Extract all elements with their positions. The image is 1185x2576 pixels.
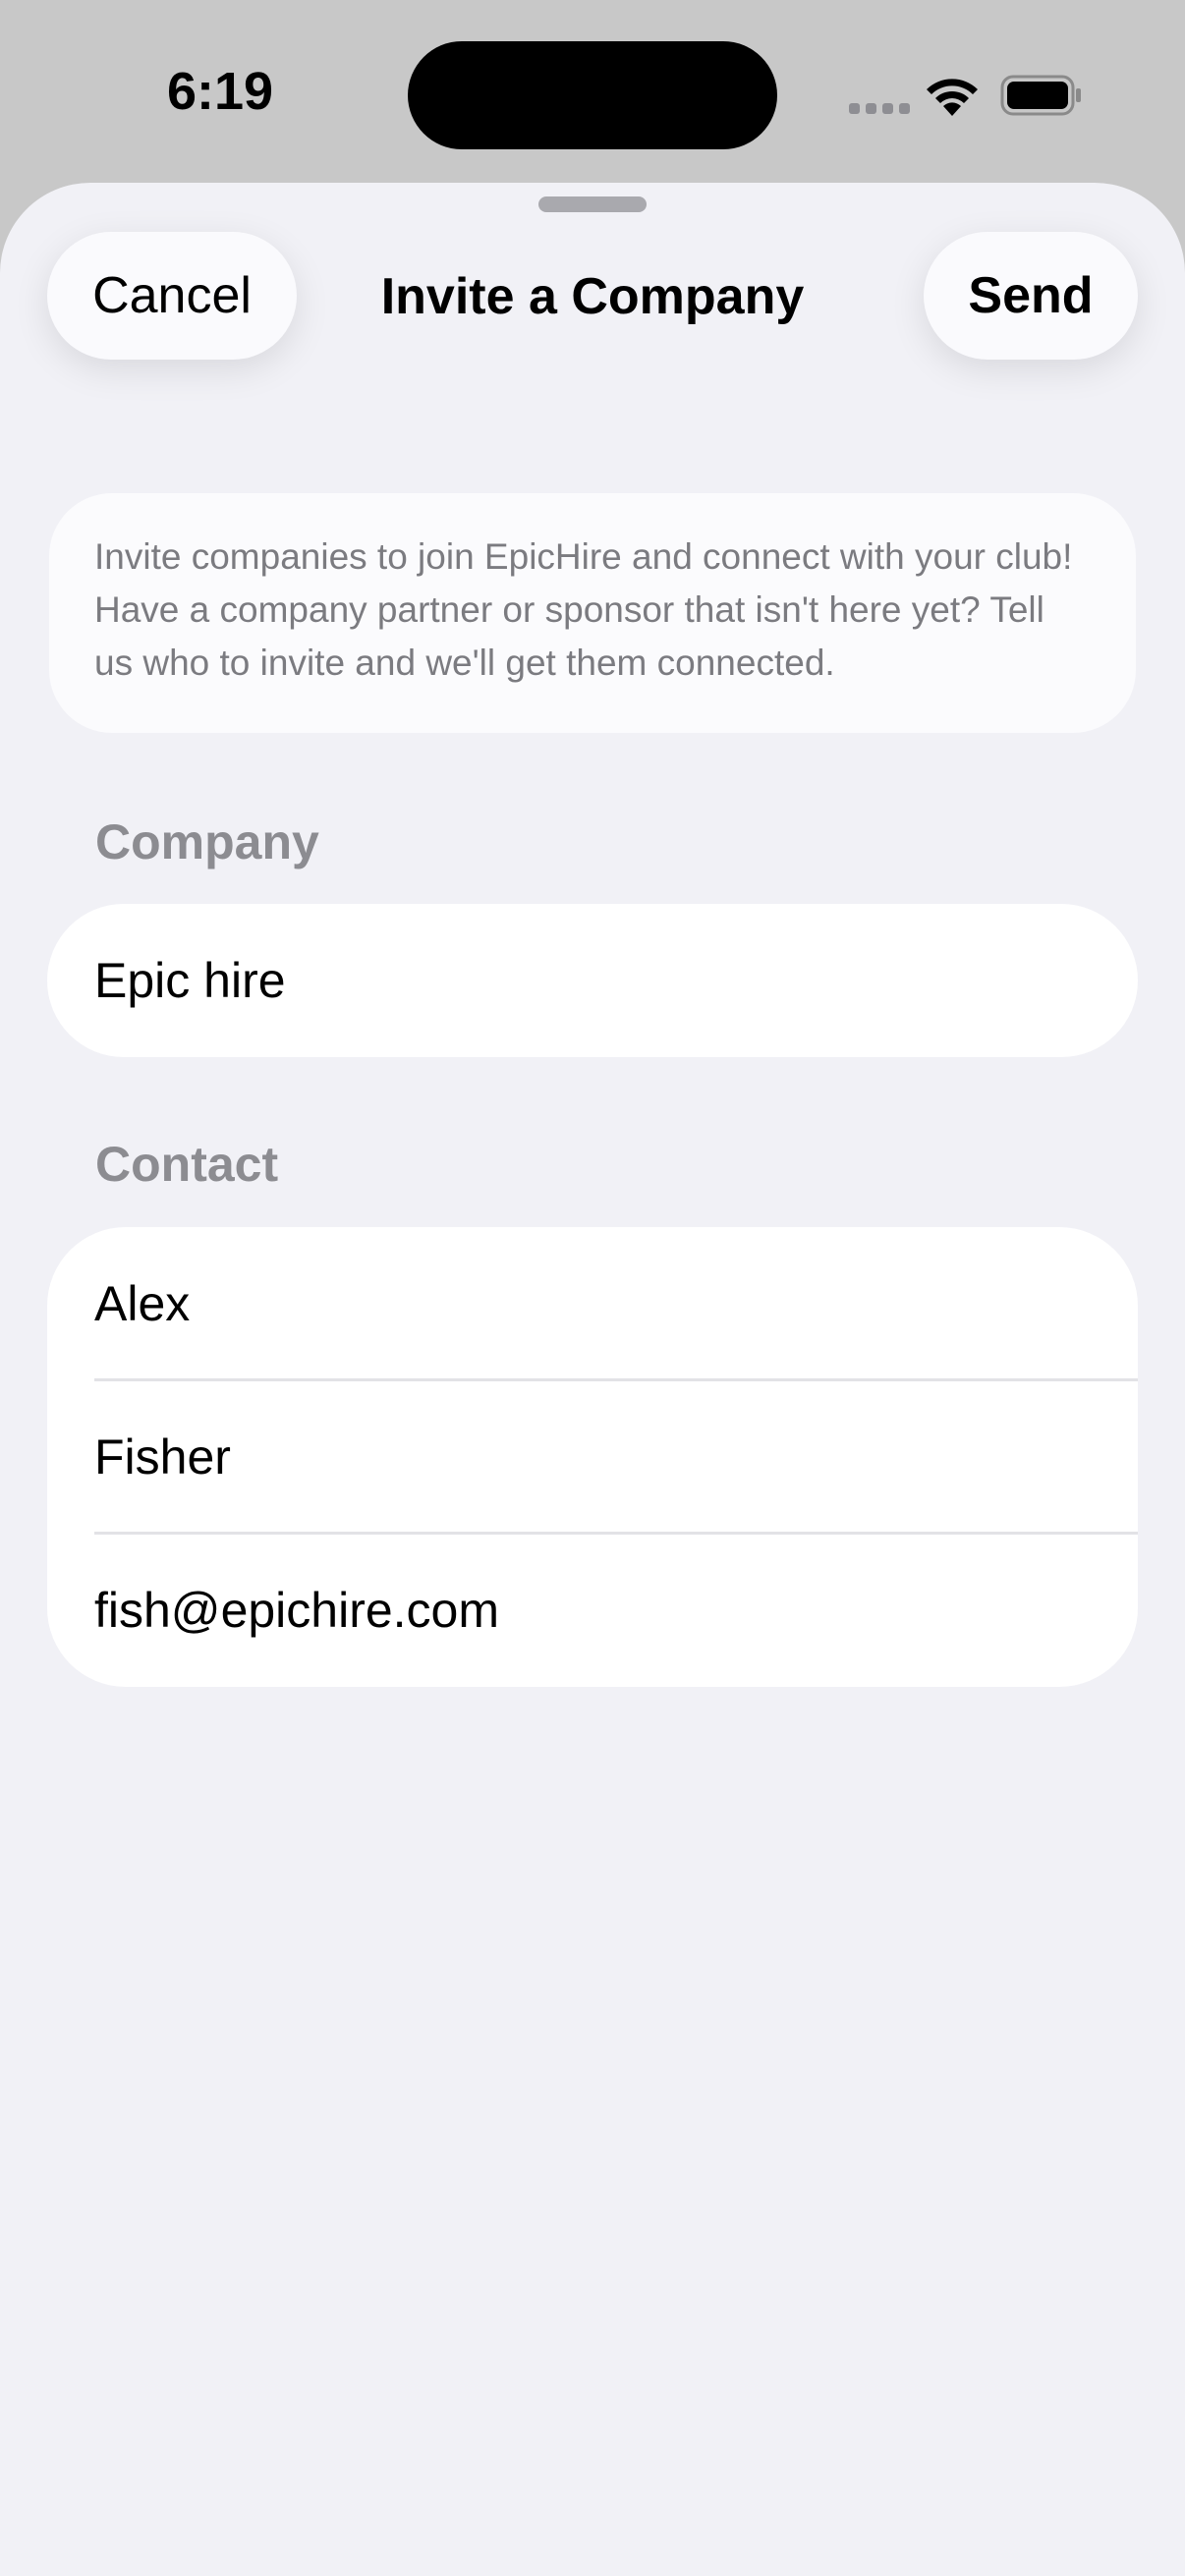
- info-text: Invite companies to join EpicHire and co…: [94, 536, 1073, 683]
- last-name-field[interactable]: Fisher: [47, 1380, 1138, 1534]
- sheet-grabber[interactable]: [538, 196, 647, 212]
- first-name-value: Alex: [94, 1276, 191, 1331]
- email-field[interactable]: fish@epichire.com: [47, 1534, 1138, 1687]
- contact-section-header: Contact: [95, 1137, 279, 1192]
- signal-icon: [849, 103, 910, 114]
- page-title: Invite a Company: [380, 268, 805, 325]
- cancel-button[interactable]: Cancel: [47, 232, 297, 360]
- last-name-value: Fisher: [94, 1429, 231, 1484]
- wifi-icon: [927, 79, 978, 116]
- company-section-header: Company: [95, 814, 319, 869]
- status-time: 6:19: [167, 62, 274, 121]
- email-value: fish@epichire.com: [94, 1583, 500, 1638]
- info-card: Invite companies to join EpicHire and co…: [49, 493, 1136, 733]
- invite-company-sheet: Cancel Invite a Company Send Invite comp…: [0, 183, 1185, 2576]
- send-button[interactable]: Send: [924, 232, 1138, 360]
- company-name-field[interactable]: Epic hire: [47, 904, 1138, 1057]
- company-name-value: Epic hire: [94, 953, 286, 1008]
- battery-icon: [1000, 75, 1081, 116]
- contact-card: Alex Fisher fish@epichire.com: [47, 1227, 1138, 1687]
- first-name-field[interactable]: Alex: [47, 1227, 1138, 1380]
- company-card: Epic hire: [47, 904, 1138, 1057]
- dynamic-island: [408, 41, 777, 149]
- status-bar: 6:19: [0, 0, 1185, 187]
